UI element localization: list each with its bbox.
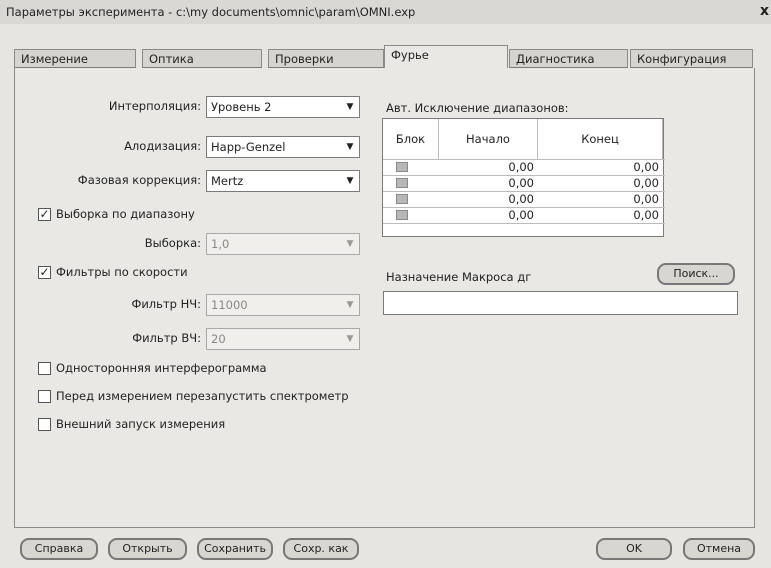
help-button[interactable]: Справка bbox=[20, 538, 98, 560]
one-sided-checkbox[interactable] bbox=[38, 362, 51, 375]
cancel-button[interactable]: Отмена bbox=[683, 538, 755, 560]
row-start-value[interactable]: 0,00 bbox=[439, 192, 538, 207]
phase-correction-select[interactable]: Mertz ▼ bbox=[206, 170, 360, 192]
interpolation-label: Интерполяция: bbox=[108, 99, 201, 113]
high-filter-label: Фильтр ВЧ: bbox=[132, 331, 201, 345]
range-sampling-checkbox[interactable]: ✓ bbox=[38, 208, 51, 221]
tab-measurement[interactable]: Измерение bbox=[14, 49, 136, 68]
chevron-down-icon[interactable]: ▼ bbox=[343, 139, 357, 155]
restart-spectrometer-label: Перед измерением перезапустить спектроме… bbox=[56, 389, 349, 403]
row-select-button[interactable] bbox=[396, 178, 408, 188]
tab-optics[interactable]: Оптика bbox=[142, 49, 262, 68]
ok-button[interactable]: OK bbox=[596, 538, 672, 560]
macro-label: Назначение Макроса дг bbox=[386, 270, 532, 284]
row-end-value[interactable]: 0,00 bbox=[538, 176, 663, 191]
one-sided-label: Односторонняя интерферограмма bbox=[56, 361, 267, 375]
exclusion-table: Блок Начало Конец 0,00 0,00 0,00 0,00 0,… bbox=[382, 118, 665, 237]
low-filter-select[interactable]: 11000 ▼ bbox=[206, 294, 360, 316]
window-title: Параметры эксперимента - c:\my documents… bbox=[6, 5, 416, 19]
external-trigger-checkbox[interactable] bbox=[38, 418, 51, 431]
apodization-select[interactable]: Happ-Genzel ▼ bbox=[206, 136, 360, 158]
apodization-value: Happ-Genzel bbox=[211, 140, 286, 154]
external-trigger-label: Внешний запуск измерения bbox=[56, 417, 226, 431]
row-end-value[interactable]: 0,00 bbox=[538, 192, 663, 207]
column-header-end: Конец bbox=[538, 119, 663, 159]
column-header-start: Начало bbox=[439, 119, 538, 159]
tab-bar: Измерение Оптика Проверки Фурье Диагност… bbox=[14, 45, 753, 69]
row-start-value[interactable]: 0,00 bbox=[439, 208, 538, 223]
sampling-select[interactable]: 1,0 ▼ bbox=[206, 233, 360, 255]
range-sampling-label: Выборка по диапазону bbox=[56, 207, 195, 221]
apodization-label: Алодизация: bbox=[124, 139, 201, 153]
sampling-value: 1,0 bbox=[211, 237, 230, 251]
save-button[interactable]: Сохранить bbox=[197, 538, 273, 560]
row-select-button[interactable] bbox=[396, 210, 408, 220]
column-header-block: Блок bbox=[383, 119, 439, 159]
low-filter-value: 11000 bbox=[211, 298, 248, 312]
speed-filters-label: Фильтры по скорости bbox=[56, 265, 188, 279]
save-as-button[interactable]: Сохр. как bbox=[283, 538, 359, 560]
sampling-label: Выборка: bbox=[144, 236, 201, 250]
row-start-value[interactable]: 0,00 bbox=[439, 176, 538, 191]
tab-checks[interactable]: Проверки bbox=[268, 49, 384, 68]
phase-correction-label: Фазовая коррекция: bbox=[77, 173, 201, 187]
row-select-button[interactable] bbox=[396, 194, 408, 204]
close-icon[interactable]: x bbox=[760, 3, 769, 19]
chevron-down-icon[interactable]: ▼ bbox=[343, 99, 357, 115]
restart-spectrometer-checkbox[interactable] bbox=[38, 390, 51, 403]
phase-correction-value: Mertz bbox=[211, 174, 244, 188]
open-button[interactable]: Открыть bbox=[108, 538, 187, 560]
row-start-value[interactable]: 0,00 bbox=[439, 160, 538, 175]
tab-configuration[interactable]: Конфигурация bbox=[630, 49, 753, 68]
chevron-down-icon[interactable]: ▼ bbox=[343, 173, 357, 189]
row-select-button[interactable] bbox=[396, 162, 408, 172]
macro-path-input[interactable] bbox=[383, 291, 738, 315]
low-filter-label: Фильтр НЧ: bbox=[131, 297, 201, 311]
row-end-value[interactable]: 0,00 bbox=[538, 208, 663, 223]
interpolation-select[interactable]: Уровень 2 ▼ bbox=[206, 96, 360, 118]
high-filter-value: 20 bbox=[211, 332, 226, 346]
chevron-down-icon[interactable]: ▼ bbox=[343, 331, 357, 347]
high-filter-select[interactable]: 20 ▼ bbox=[206, 328, 360, 350]
tab-fourier[interactable]: Фурье bbox=[384, 45, 508, 69]
chevron-down-icon[interactable]: ▼ bbox=[343, 236, 357, 252]
chevron-down-icon[interactable]: ▼ bbox=[343, 297, 357, 313]
browse-button[interactable]: Поиск... bbox=[657, 263, 735, 285]
tab-diagnostics[interactable]: Диагностика bbox=[509, 49, 628, 68]
row-end-value[interactable]: 0,00 bbox=[538, 160, 663, 175]
exclusion-title: Авт. Исключение диапазонов: bbox=[386, 101, 569, 115]
interpolation-value: Уровень 2 bbox=[211, 100, 272, 114]
speed-filters-checkbox[interactable]: ✓ bbox=[38, 266, 51, 279]
